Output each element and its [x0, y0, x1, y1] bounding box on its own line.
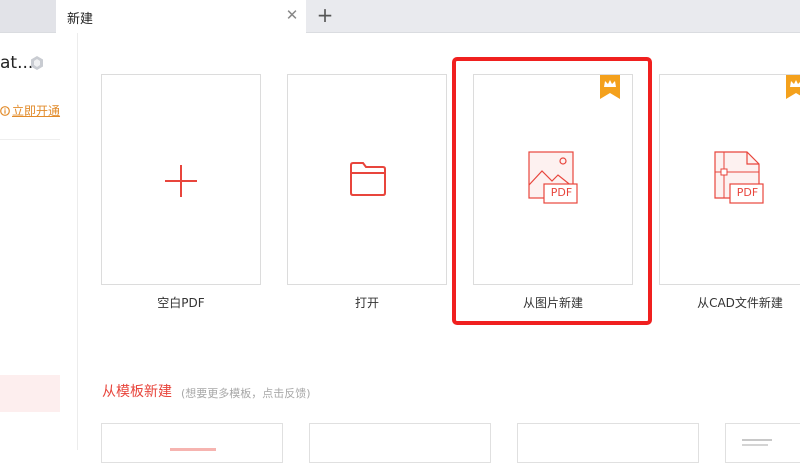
card-blank-pdf[interactable]	[101, 74, 261, 285]
pdf-badge-label: PDF	[736, 186, 759, 199]
template-card[interactable]	[517, 423, 699, 463]
vip-link-label: 立即开通	[12, 104, 61, 118]
highlight-box	[452, 57, 652, 325]
card-open[interactable]	[287, 74, 447, 285]
template-preview	[742, 444, 768, 446]
member-badge-icon	[31, 56, 43, 70]
template-feedback-link[interactable]: (想要更多模板，点击反馈)	[181, 385, 311, 401]
tab-bar: 新建 ✕ +	[0, 0, 800, 33]
card-label-blank-pdf: 空白PDF	[157, 296, 205, 310]
tab-title: 新建	[67, 12, 94, 27]
card-label-open: 打开	[354, 296, 379, 310]
sidebar: at... 立即开通	[0, 33, 78, 450]
plus-icon	[165, 165, 197, 197]
info-icon	[0, 106, 10, 116]
section-title-templates: 从模板新建	[102, 384, 172, 400]
add-tab-button[interactable]: +	[314, 3, 336, 27]
template-card[interactable]	[309, 423, 491, 463]
close-icon[interactable]: ✕	[282, 4, 302, 26]
template-card[interactable]	[101, 423, 283, 463]
template-preview	[742, 439, 772, 441]
tab-new[interactable]: 新建 ✕	[56, 0, 306, 33]
folder-icon	[350, 162, 386, 196]
template-card[interactable]	[725, 423, 800, 463]
user-name[interactable]: at...	[0, 53, 33, 73]
sidebar-item-active[interactable]	[0, 375, 60, 412]
tab-inactive[interactable]	[0, 0, 56, 32]
card-from-cad[interactable]: PDF	[659, 74, 800, 285]
card-label-from-cad: 从CAD文件新建	[697, 296, 783, 310]
crown-icon	[786, 75, 800, 99]
divider	[0, 139, 60, 140]
vip-open-link[interactable]: 立即开通	[0, 102, 60, 119]
